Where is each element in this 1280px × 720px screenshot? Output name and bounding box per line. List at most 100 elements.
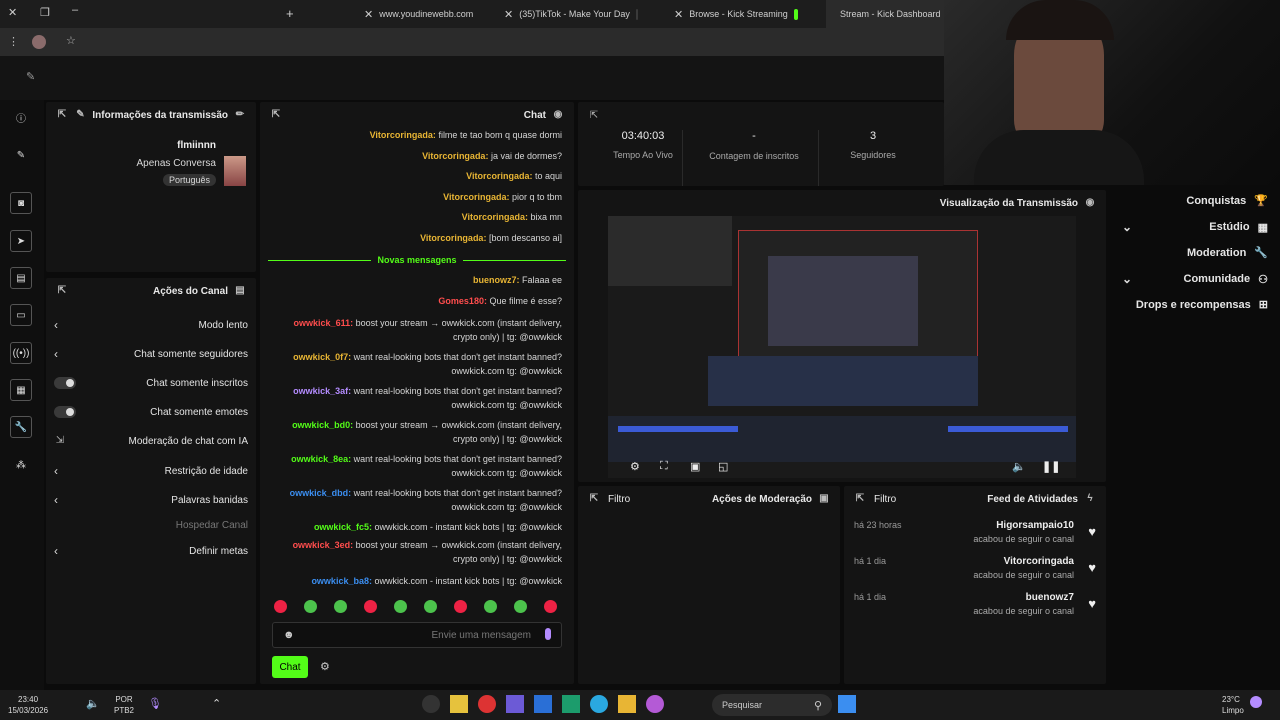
expand-icon[interactable]: ⇱ xyxy=(270,109,282,121)
expand-icon[interactable]: ⇱ xyxy=(56,285,68,297)
emote-icon[interactable] xyxy=(424,600,437,613)
chat-username[interactable]: owwkick_bd0: xyxy=(292,420,356,430)
broadcast-icon[interactable]: ((•)) xyxy=(10,342,32,364)
tab-tiktok[interactable]: ✕ (35)TikTok - Make Your Day xyxy=(496,0,646,28)
pen-icon[interactable]: ✎ xyxy=(10,144,32,166)
action-host-channel[interactable]: Hospedar Canal xyxy=(46,514,256,536)
tab-kick-browse[interactable]: ✕ Browse - Kick Streaming xyxy=(666,0,806,28)
expand-icon[interactable]: ⇱ xyxy=(56,109,68,121)
windows-start-icon[interactable] xyxy=(838,695,856,713)
action-followers-only[interactable]: ‹ Chat somente seguidores xyxy=(46,343,256,365)
emoji-icon[interactable]: ☻ xyxy=(283,629,295,641)
chat-username[interactable]: owwkick_fc5: xyxy=(314,522,375,532)
settings-gear-icon[interactable]: ⚙ xyxy=(320,660,330,673)
chat-username[interactable]: Vitorcoringada: xyxy=(443,192,512,202)
emote-icon[interactable] xyxy=(304,600,317,613)
emote-icon[interactable] xyxy=(544,600,557,613)
close-tab-icon[interactable]: ✕ xyxy=(504,8,513,21)
minimize-window-icon[interactable]: – xyxy=(72,4,78,16)
chat-icon[interactable]: ▭ xyxy=(10,304,32,326)
chrome-icon[interactable] xyxy=(478,695,496,713)
settings-gear-icon[interactable]: ⚙ xyxy=(630,460,640,473)
emote-icon[interactable] xyxy=(364,600,377,613)
emote-icon[interactable] xyxy=(334,600,347,613)
chat-username[interactable]: Gomes180: xyxy=(438,296,489,306)
sidebar-item-drops[interactable]: Drops e recompensas ⊞ xyxy=(1136,298,1268,312)
close-window-icon[interactable]: ✕ xyxy=(8,6,17,19)
fullscreen-icon[interactable]: ⛶ xyxy=(660,460,668,473)
chat-username[interactable]: owwkick_8ea: xyxy=(291,454,354,464)
video-player[interactable]: ⚙ ⛶ ▣ ◱ 🔈 ❚❚ xyxy=(608,216,1076,478)
sidebar-item-community[interactable]: ⌄ Comunidade ⚇ xyxy=(1122,272,1268,286)
theater-icon[interactable]: ◱ xyxy=(718,460,728,473)
chat-username[interactable]: Vitorcoringada: xyxy=(370,130,439,140)
emote-icon[interactable] xyxy=(514,600,527,613)
menu-icon[interactable]: ⋮ xyxy=(8,35,19,48)
wrench-icon[interactable]: 🔧 xyxy=(10,416,32,438)
system-clock[interactable]: 23:40 15/03/2026 xyxy=(8,694,48,716)
teams-icon[interactable] xyxy=(506,695,524,713)
document-icon[interactable]: ▤ xyxy=(10,267,32,289)
toggle-switch[interactable] xyxy=(54,406,76,418)
emote-icon[interactable] xyxy=(274,600,287,613)
weather-widget[interactable]: 23°C Limpo xyxy=(1222,694,1244,716)
pause-icon[interactable]: ❚❚ xyxy=(1042,460,1060,473)
outlook-icon[interactable] xyxy=(534,695,552,713)
emote-icon[interactable] xyxy=(454,600,467,613)
action-ai-moderation[interactable]: ⇲ Moderação de chat com IA xyxy=(46,430,256,452)
camera-icon[interactable]: ◙ xyxy=(10,192,32,214)
chat-username[interactable]: owwkick_3af: xyxy=(293,386,354,396)
avatar[interactable] xyxy=(32,35,46,49)
chat-username[interactable]: owwkick_ba8: xyxy=(311,576,374,586)
microphone-icon[interactable] xyxy=(545,628,551,640)
language-indicator[interactable]: POR PTB2 xyxy=(114,694,134,716)
emote-icon[interactable] xyxy=(484,600,497,613)
action-slow-mode[interactable]: ‹ Modo lento xyxy=(46,314,256,336)
close-tab-icon[interactable]: ✕ xyxy=(674,8,683,21)
chat-username[interactable]: Vitorcoringada: xyxy=(466,171,535,181)
filter-button[interactable]: Filtro xyxy=(874,494,896,505)
star-icon[interactable]: ☆ xyxy=(66,34,76,47)
app-icon[interactable] xyxy=(646,695,664,713)
action-age-restriction[interactable]: ‹ Restrição de idade xyxy=(46,460,256,482)
emote-icon[interactable] xyxy=(394,600,407,613)
send-chat-button[interactable]: Chat xyxy=(272,656,308,678)
chat-username[interactable]: owwkick_0f7: xyxy=(293,352,354,362)
action-banned-words[interactable]: ‹ Palavras banidas xyxy=(46,489,256,511)
taskbar-search[interactable]: Pesquisar ⚲ xyxy=(712,694,832,716)
action-subscribers-only[interactable]: Chat somente inscritos xyxy=(46,372,256,394)
chat-username[interactable]: Vitorcoringada: xyxy=(462,212,531,222)
pen-icon[interactable]: ✎ xyxy=(26,70,35,83)
action-set-goals[interactable]: ‹ Definir metas xyxy=(46,540,256,562)
app-icon[interactable] xyxy=(450,695,468,713)
tab-kick-dashboard[interactable]: Stream - Kick Dashboard xyxy=(826,0,944,28)
filter-button[interactable]: Filtro xyxy=(608,494,630,505)
new-tab-icon[interactable]: + xyxy=(286,6,294,21)
info-icon[interactable]: ⓘ xyxy=(10,106,32,128)
obs-icon[interactable] xyxy=(422,695,440,713)
nodes-icon[interactable]: ⁂ xyxy=(10,454,32,476)
speaker-icon[interactable]: 🔈 xyxy=(86,697,100,710)
expand-icon[interactable]: ⇱ xyxy=(588,110,600,122)
restore-window-icon[interactable]: ❐ xyxy=(40,6,50,19)
pointer-icon[interactable]: ➤ xyxy=(10,230,32,252)
vscode-icon[interactable] xyxy=(562,695,580,713)
chevron-up-icon[interactable]: ⌃ xyxy=(212,697,221,710)
edit-icon[interactable]: ✎ xyxy=(74,109,86,121)
microphone-icon[interactable]: 🎙 xyxy=(148,697,162,710)
sidebar-item-moderation[interactable]: Moderation 🔧 xyxy=(1187,246,1268,260)
folder-icon[interactable] xyxy=(618,695,636,713)
pip-icon[interactable]: ▣ xyxy=(690,460,700,473)
edge-icon[interactable] xyxy=(590,695,608,713)
chat-username[interactable]: owwkick_dbd: xyxy=(290,488,354,498)
chat-username[interactable]: owwkick_3ed: xyxy=(293,540,356,550)
sidebar-item-studio[interactable]: ⌄ Estúdio ▦ xyxy=(1122,220,1268,234)
expand-icon[interactable]: ⇱ xyxy=(588,493,600,505)
volume-icon[interactable]: 🔈 xyxy=(1012,460,1026,473)
sidebar-item-achievements[interactable]: Conquistas 🏆 xyxy=(1186,194,1268,208)
chat-username[interactable]: owwkick_611: xyxy=(294,318,356,328)
tab-website[interactable]: ✕ www.youdinewebb.com xyxy=(356,0,486,28)
layout-icon[interactable]: ▦ xyxy=(10,379,32,401)
close-tab-icon[interactable]: ✕ xyxy=(364,8,373,21)
chat-username[interactable]: Vitorcoringada: xyxy=(422,151,491,161)
